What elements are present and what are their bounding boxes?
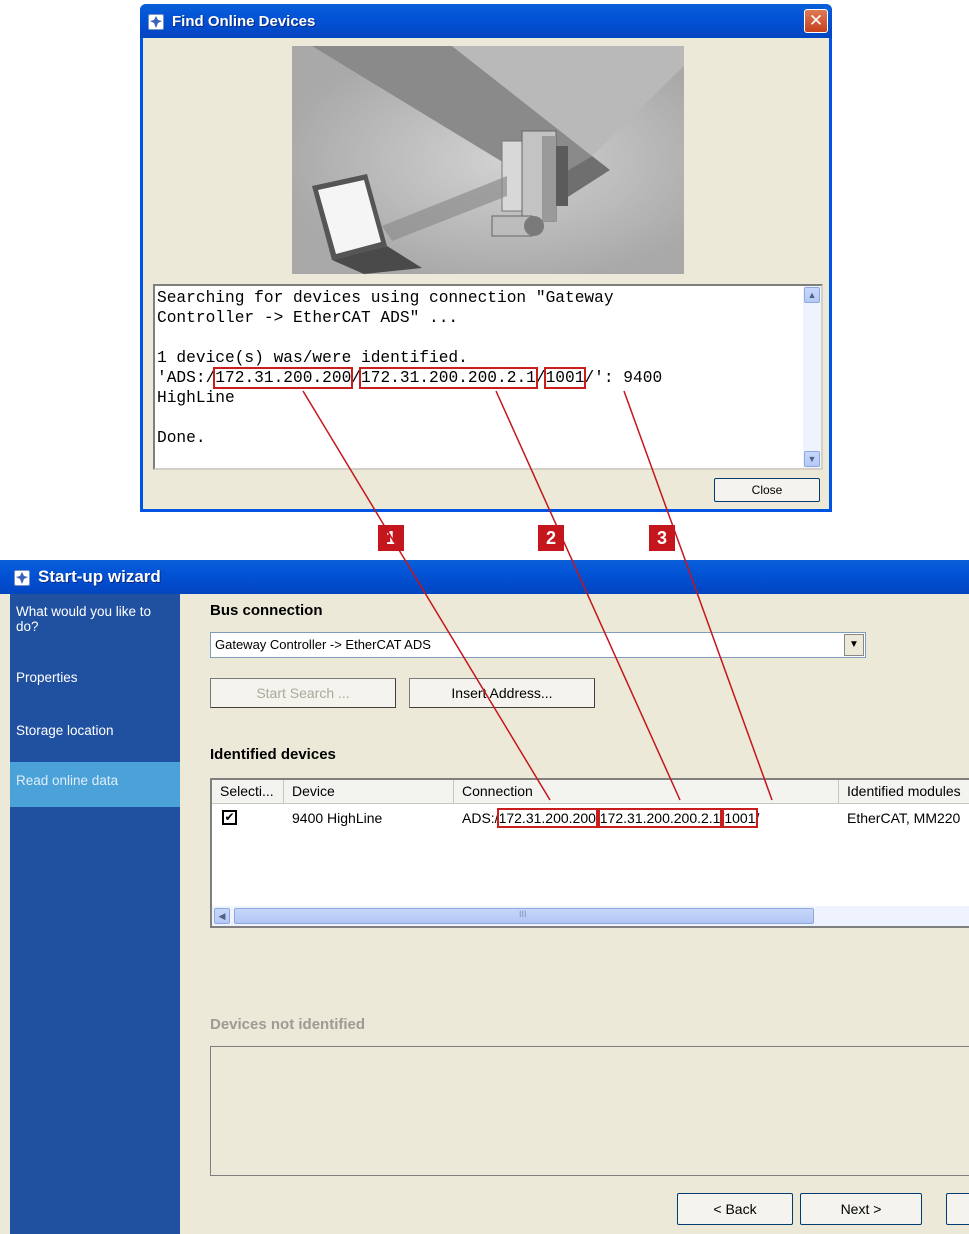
bus-connection-label: Bus connection [210, 602, 323, 619]
column-header-selection[interactable]: Selecti... [212, 780, 284, 804]
devices-not-identified-list [210, 1046, 969, 1176]
column-header-connection[interactable]: Connection [454, 780, 839, 804]
row-connection: ADS:/172.31.200.200/172.31.200.200.2.1/1… [462, 808, 760, 828]
app-icon [14, 570, 30, 586]
find-online-devices-dialog: Find Online Devices ✕ Searching for devi… [140, 4, 832, 512]
scroll-left-icon[interactable]: ◀ [214, 908, 230, 924]
row-device: 9400 HighLine [292, 810, 383, 826]
identified-devices-table: Selecti... Device Connection Identified … [210, 778, 969, 928]
app-icon [148, 14, 164, 30]
close-button[interactable]: Close [714, 478, 820, 502]
scroll-down-icon[interactable]: ▼ [804, 451, 820, 467]
next-button[interactable]: Next > [800, 1193, 922, 1225]
bus-connection-select[interactable]: Gateway Controller -> EtherCAT ADS ▼ [210, 632, 866, 658]
identified-devices-label: Identified devices [210, 746, 336, 763]
log-ams-net-id: 172.31.200.200.2.1 [359, 367, 538, 389]
log-port: 1001 [543, 367, 587, 389]
column-header-device[interactable]: Device [284, 780, 454, 804]
log-scrollbar[interactable]: ▲ ▼ [803, 286, 821, 468]
row-select-checkbox[interactable]: ✔ [222, 810, 237, 825]
dropdown-arrow-icon[interactable]: ▼ [844, 634, 864, 656]
row-port: 1001 [722, 808, 758, 828]
sidebar-item-read-online-data[interactable]: Read online data [10, 762, 180, 807]
back-button[interactable]: < Back [677, 1193, 793, 1225]
scrollbar-thumb[interactable]: III [234, 908, 814, 924]
table-horizontal-scrollbar[interactable]: ◀ III [212, 906, 969, 926]
log-text: Searching for devices using connection "… [157, 289, 663, 447]
insert-address-button[interactable]: Insert Address... [409, 678, 595, 708]
devices-not-identified-label: Devices not identified [210, 1016, 366, 1033]
wizard-titlebar: Start-up wizard [0, 560, 969, 594]
startup-wizard-window: Start-up wizard What would you like to d… [0, 560, 969, 1234]
search-illustration [292, 46, 684, 274]
sidebar-item-what-would-you-like[interactable]: What would you like to do? [10, 600, 180, 638]
scroll-up-icon[interactable]: ▲ [804, 287, 820, 303]
column-header-identified-modules[interactable]: Identified modules [839, 780, 969, 804]
search-log: Searching for devices using connection "… [153, 284, 823, 470]
wizard-sidebar: What would you like to do? Properties St… [10, 594, 180, 1234]
sidebar-item-properties[interactable]: Properties [10, 666, 180, 689]
sidebar-item-storage-location[interactable]: Storage location [10, 719, 180, 742]
start-search-button[interactable]: Start Search ... [210, 678, 396, 708]
wizard-content: Bus connection Gateway Controller -> Eth… [180, 594, 969, 1234]
dialog-titlebar: Find Online Devices ✕ [140, 4, 832, 38]
partial-button[interactable] [946, 1193, 969, 1225]
callout-badge-2: 2 [538, 525, 564, 551]
callout-badge-3: 3 [649, 525, 675, 551]
row-ip-address: 172.31.200.200 [496, 808, 598, 828]
row-ams-net-id: 172.31.200.200.2.1 [597, 808, 723, 828]
close-x-icon[interactable]: ✕ [804, 9, 828, 33]
row-modules: EtherCAT, MM220 [847, 810, 961, 826]
bus-connection-value: Gateway Controller -> EtherCAT ADS [215, 637, 431, 652]
log-ip-address: 172.31.200.200 [213, 367, 354, 389]
wizard-title: Start-up wizard [38, 567, 161, 586]
dialog-title: Find Online Devices [172, 13, 316, 30]
callout-badge-1: 1 [378, 525, 404, 551]
